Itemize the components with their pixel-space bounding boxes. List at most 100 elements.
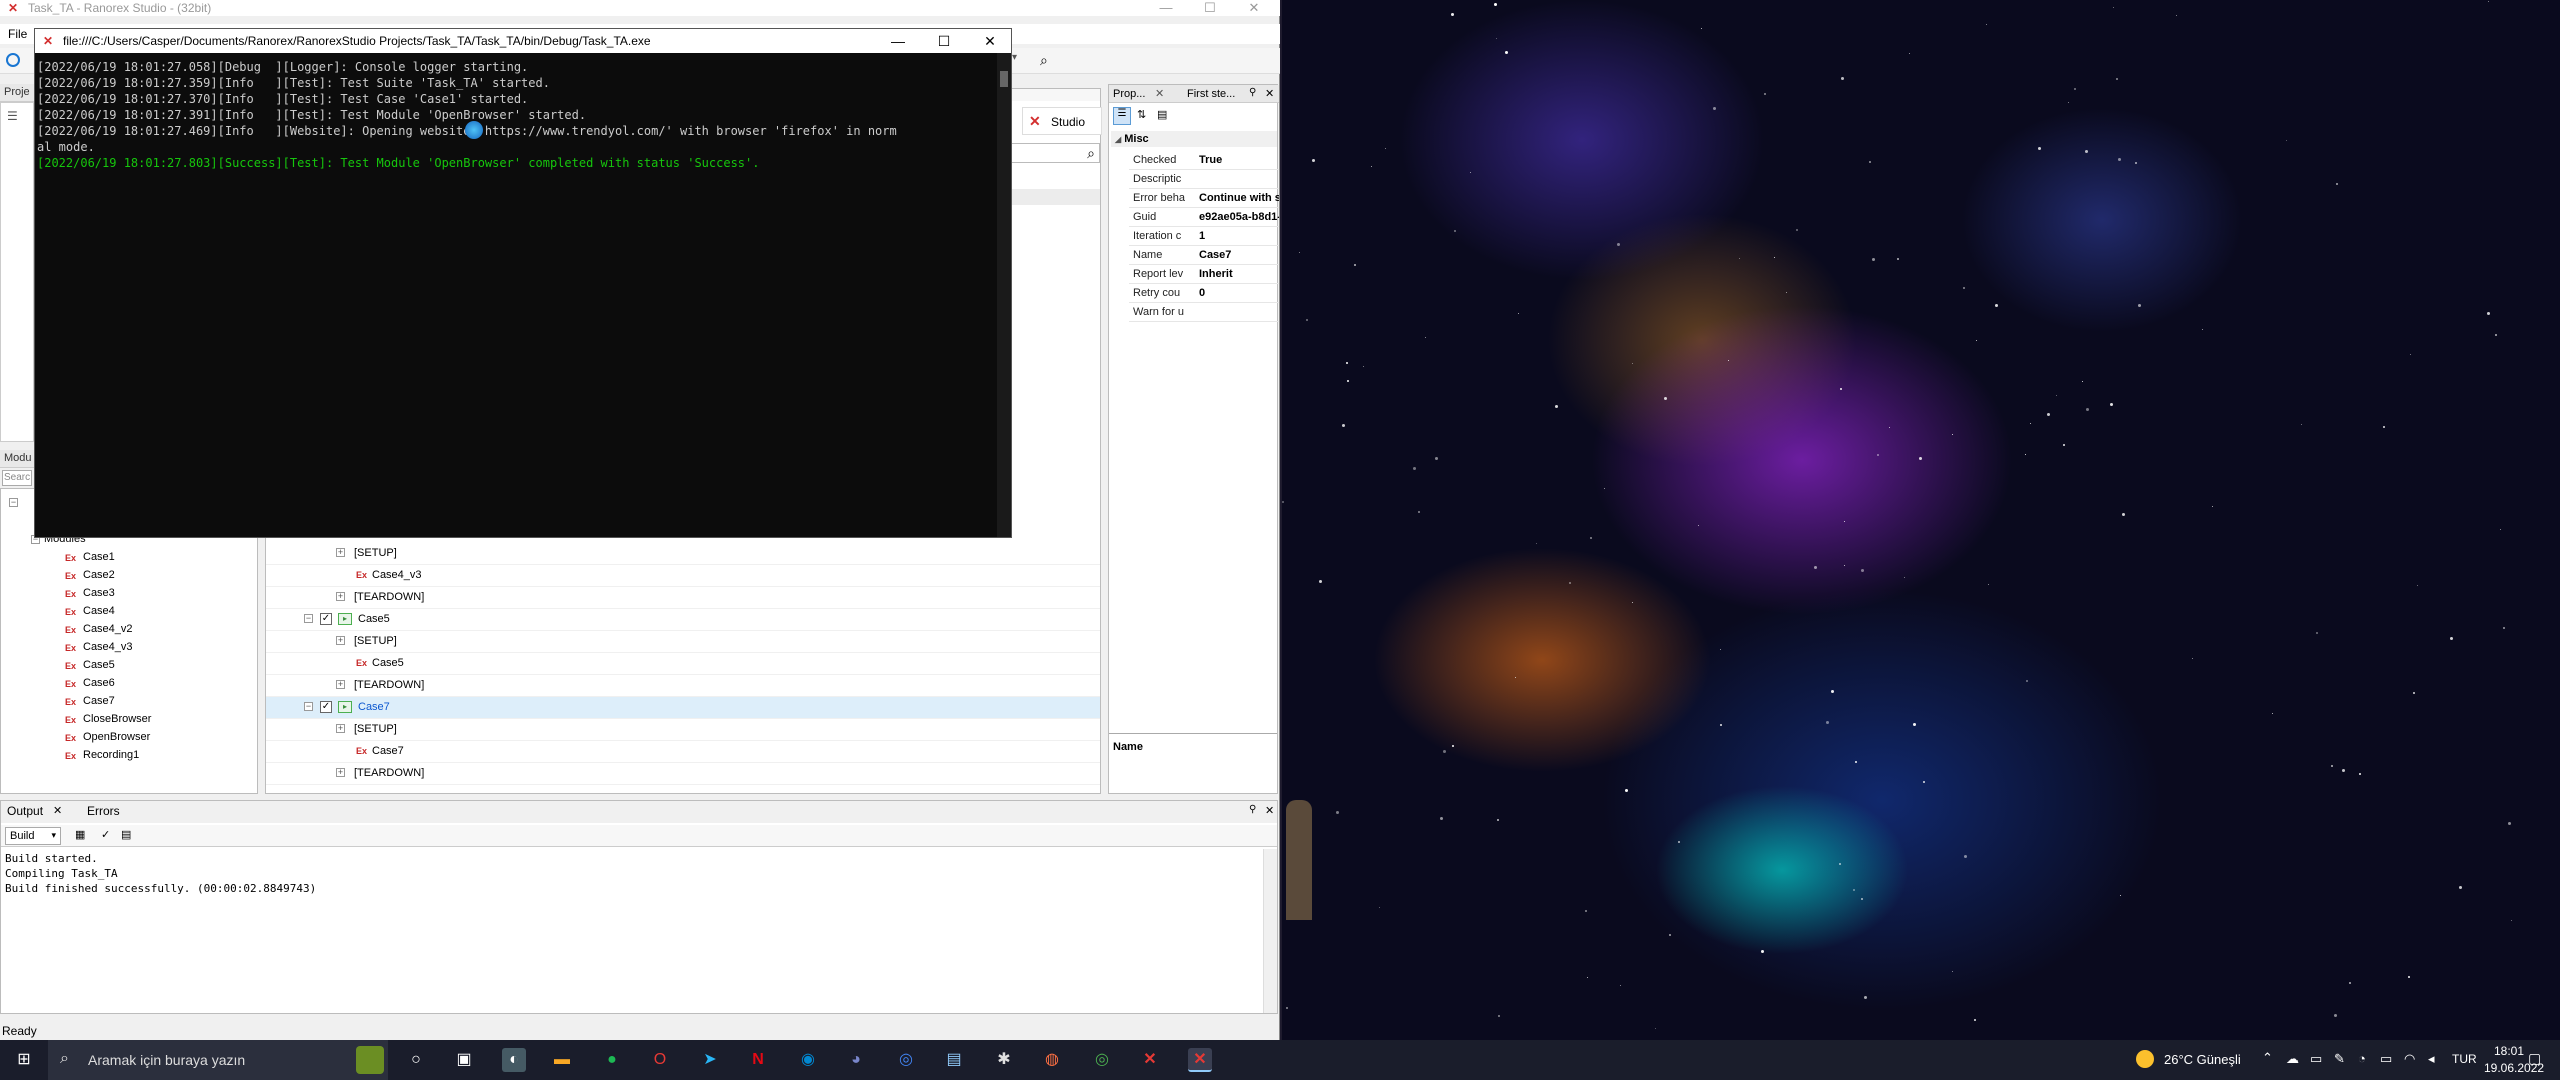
tab-first-steps[interactable]: First ste... (1187, 88, 1235, 100)
netflix-icon[interactable]: N (746, 1048, 770, 1072)
tab-output[interactable]: Output (7, 804, 43, 818)
expand-icon[interactable]: + (336, 768, 345, 777)
property-value[interactable]: Case7 (1199, 249, 1279, 261)
property-value[interactable]: e92ae05a-b8d1- (1199, 211, 1279, 223)
props-section[interactable]: ◢ Misc (1111, 131, 1277, 147)
tree-item-module[interactable]: Ex OpenBrowser (65, 729, 150, 746)
pen-icon[interactable]: ✎ (2334, 1051, 2345, 1067)
tree-item-module[interactable]: Ex Case3 (65, 585, 115, 602)
cloud-icon[interactable]: ☁ (2286, 1051, 2299, 1067)
property-row[interactable]: Guid e92ae05a-b8d1- (1129, 208, 1279, 227)
modules-panel-header[interactable]: Modu (0, 450, 34, 468)
app-icon-2[interactable]: ▤ (942, 1048, 966, 1072)
tab-errors[interactable]: Errors (87, 804, 120, 818)
menu-file[interactable]: File (8, 27, 27, 41)
suite-row[interactable]: − ✓ ▸ Case7 (266, 697, 1100, 719)
windows-start-icon[interactable]: ⊞ (12, 1048, 36, 1072)
suite-row[interactable]: + [SETUP] (266, 543, 1100, 565)
close-tab-icon[interactable]: ✕ (1155, 87, 1164, 100)
tree-item-module[interactable]: Ex Recording1 (65, 747, 139, 764)
tree-item-module[interactable]: Ex Case4_v3 (65, 639, 133, 656)
output-scrollbar[interactable] (1263, 849, 1277, 1013)
pin-icon[interactable]: ⚲ (1249, 87, 1256, 98)
property-value[interactable]: Continue with s (1199, 192, 1279, 204)
minimize-icon[interactable]: — (1146, 0, 1186, 16)
suite-row[interactable]: Ex Case7 (266, 741, 1100, 763)
property-row[interactable]: Iteration c 1 (1129, 227, 1279, 246)
minimize-icon[interactable]: — (875, 29, 921, 53)
clear-icon[interactable]: ▦ (75, 828, 85, 841)
property-value[interactable]: Inherit (1199, 268, 1279, 280)
battery-icon[interactable]: ▭ (2380, 1051, 2392, 1067)
close-icon[interactable]: ✕ (1265, 804, 1274, 817)
tree-item-module[interactable]: Ex Case5 (65, 657, 115, 674)
suite-row[interactable]: + [TEARDOWN] (266, 675, 1100, 697)
property-row[interactable]: Checked True (1129, 151, 1279, 170)
property-value[interactable]: 0 (1199, 287, 1279, 299)
chrome-icon[interactable]: ◎ (894, 1048, 918, 1072)
expand-icon[interactable]: + (336, 680, 345, 689)
ranorex-icon[interactable]: ✕ (1138, 1048, 1162, 1072)
clock-time[interactable]: 18:01 (2494, 1044, 2524, 1058)
file-explorer-icon[interactable]: ▬ (550, 1048, 574, 1072)
wifi-icon[interactable]: ◠ (2404, 1051, 2415, 1067)
categorized-icon[interactable]: ☰ (1113, 107, 1131, 125)
tab-properties[interactable]: Prop... (1113, 88, 1145, 100)
chevron-down-icon[interactable]: ▾ (1012, 52, 1017, 63)
expand-icon[interactable]: + (336, 724, 345, 733)
weather-sun-icon[interactable] (2136, 1050, 2154, 1068)
scroll-thumb[interactable] (1000, 71, 1008, 87)
taskbar-search[interactable]: ⌕ Aramak için buraya yazın (48, 1040, 388, 1080)
suite-row[interactable]: + [SETUP] (266, 719, 1100, 741)
expand-icon[interactable]: + (336, 636, 345, 645)
pin-icon[interactable]: ⚲ (1249, 804, 1256, 815)
studio-button[interactable]: ✕ Studio (1022, 107, 1102, 135)
close-icon[interactable]: ✕ (1234, 0, 1274, 16)
tree-item-module[interactable]: Ex Case4_v2 (65, 621, 133, 638)
tree-item-module[interactable]: Ex CloseBrowser (65, 711, 151, 728)
cortana-icon[interactable]: ○ (404, 1048, 428, 1072)
back-icon[interactable] (6, 53, 20, 67)
sort-az-icon[interactable]: ⇅ (1137, 108, 1146, 121)
tree-item-module[interactable]: Ex Case2 (65, 567, 115, 584)
suite-row[interactable]: Ex Case5 (266, 653, 1100, 675)
search-icon[interactable]: ⌕ (1087, 145, 1095, 162)
close-icon[interactable]: ✕ (1265, 87, 1274, 100)
discord-icon[interactable]: ◕ (844, 1048, 868, 1072)
tree-item-module[interactable]: Ex Case4 (65, 603, 115, 620)
case-checkbox[interactable]: ✓ (320, 613, 332, 625)
suite-row[interactable]: − ✓ ▸ Case5 (266, 609, 1100, 631)
tree-item-module[interactable]: Ex Case1 (65, 549, 115, 566)
maximize-icon[interactable]: ☐ (921, 29, 967, 53)
module-search-input[interactable]: Searc (2, 470, 32, 486)
property-row[interactable]: Name Case7 (1129, 246, 1279, 265)
suite-search-input[interactable]: ⌕ (1006, 143, 1100, 163)
suite-row[interactable]: + [TEARDOWN] (266, 587, 1100, 609)
notifications-icon[interactable]: ▢ (2528, 1050, 2541, 1067)
property-row[interactable]: Descriptic (1129, 170, 1279, 189)
edge-icon[interactable]: ◉ (796, 1048, 820, 1072)
network-icon[interactable]: ◔ (2358, 1051, 2366, 1066)
tree-item-module[interactable]: Ex Case6 (65, 675, 115, 692)
console-scrollbar[interactable] (997, 53, 1011, 537)
wrap-icon[interactable]: ▤ (121, 828, 131, 841)
collapse-icon[interactable]: − (304, 702, 313, 711)
property-value[interactable]: True (1199, 154, 1279, 166)
ranorex-runner-icon[interactable]: ✕ (1188, 1048, 1212, 1072)
weather-text[interactable]: 26°C Güneşli (2164, 1052, 2241, 1067)
tree-item-module[interactable]: Ex Case7 (65, 693, 115, 710)
check-icon[interactable]: ✓ (101, 828, 110, 841)
task-view-icon[interactable]: ▣ (452, 1048, 476, 1072)
close-tab-icon[interactable]: ✕ (53, 804, 62, 817)
collapse-icon[interactable]: − (304, 614, 313, 623)
tree-collapse-root[interactable]: − (9, 494, 18, 511)
sliders-icon[interactable]: ☰ (7, 109, 18, 123)
suite-row[interactable]: + [TEARDOWN] (266, 763, 1100, 785)
slack-icon[interactable]: ✱ (992, 1048, 1016, 1072)
search-icon[interactable]: ⌕ (1040, 52, 1048, 69)
app-icon-1[interactable]: ◐ (502, 1048, 526, 1072)
property-row[interactable]: Retry cou 0 (1129, 284, 1279, 303)
case-checkbox[interactable]: ✓ (320, 701, 332, 713)
expand-icon[interactable]: + (336, 548, 345, 557)
language-indicator[interactable]: TUR (2452, 1052, 2477, 1066)
